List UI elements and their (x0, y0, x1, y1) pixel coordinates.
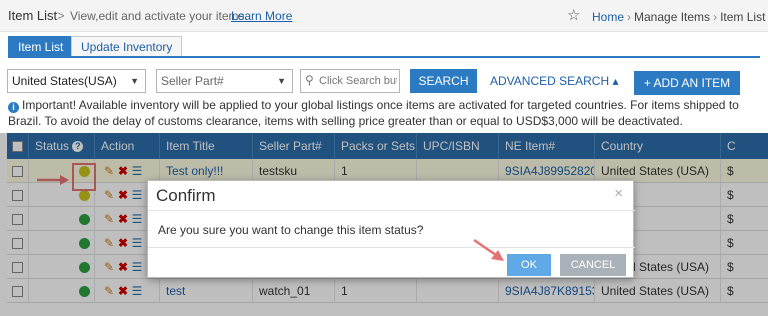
page-description: View,edit and activate your items. (70, 9, 248, 23)
country-select[interactable]: United States(USA) ▼ (7, 69, 146, 93)
page-title: Item List (8, 8, 58, 23)
notice-text: Important! Available inventory will be a… (8, 98, 739, 128)
close-icon[interactable]: × (614, 185, 623, 202)
search-field[interactable]: ⚲ (300, 69, 400, 93)
breadcrumb-item-list: Item List (720, 10, 766, 24)
chevron-right-icon: › (713, 10, 718, 24)
country-select-value: United States(USA) (12, 74, 117, 88)
confirm-dialog: Confirm × Are you sure you want to chang… (147, 180, 635, 278)
tab-underline (8, 56, 760, 58)
chevron-right-icon: › (627, 10, 632, 24)
tab-update-inventory[interactable]: Update Inventory (71, 36, 183, 57)
top-bar: Item List > View,edit and activate your … (0, 0, 768, 32)
ok-button[interactable]: OK (507, 254, 551, 276)
tab-item-list[interactable]: Item List (8, 36, 74, 57)
add-item-button[interactable]: + ADD AN ITEM (634, 71, 740, 95)
breadcrumb-home[interactable]: Home (592, 10, 624, 24)
search-button[interactable]: SEARCH (410, 69, 477, 93)
title-separator: > (57, 8, 65, 23)
cancel-button[interactable]: CANCEL (560, 254, 626, 276)
breadcrumb: Home › Manage Items › Item List (592, 10, 765, 24)
search-input[interactable] (319, 73, 397, 89)
important-notice: i Important! Available inventory will be … (8, 98, 760, 129)
advanced-search-link[interactable]: ADVANCED SEARCH ▴ (490, 74, 619, 88)
field-select[interactable]: Seller Part# ▼ (156, 69, 293, 93)
breadcrumb-manage-items[interactable]: Manage Items (634, 10, 710, 24)
search-icon: ⚲ (305, 73, 314, 87)
annotation-arrow-icon (473, 238, 504, 261)
dialog-title: Confirm (156, 186, 216, 205)
chevron-down-icon: ▼ (277, 76, 286, 86)
dialog-message: Are you sure you want to change this ite… (158, 223, 424, 237)
divider (148, 247, 635, 248)
chevron-down-icon: ▼ (130, 76, 139, 86)
star-icon[interactable]: ☆ (567, 6, 580, 24)
field-select-value: Seller Part# (161, 74, 224, 88)
info-icon: i (8, 102, 19, 113)
divider (148, 210, 635, 211)
learn-more-link[interactable]: Learn More (231, 9, 292, 23)
